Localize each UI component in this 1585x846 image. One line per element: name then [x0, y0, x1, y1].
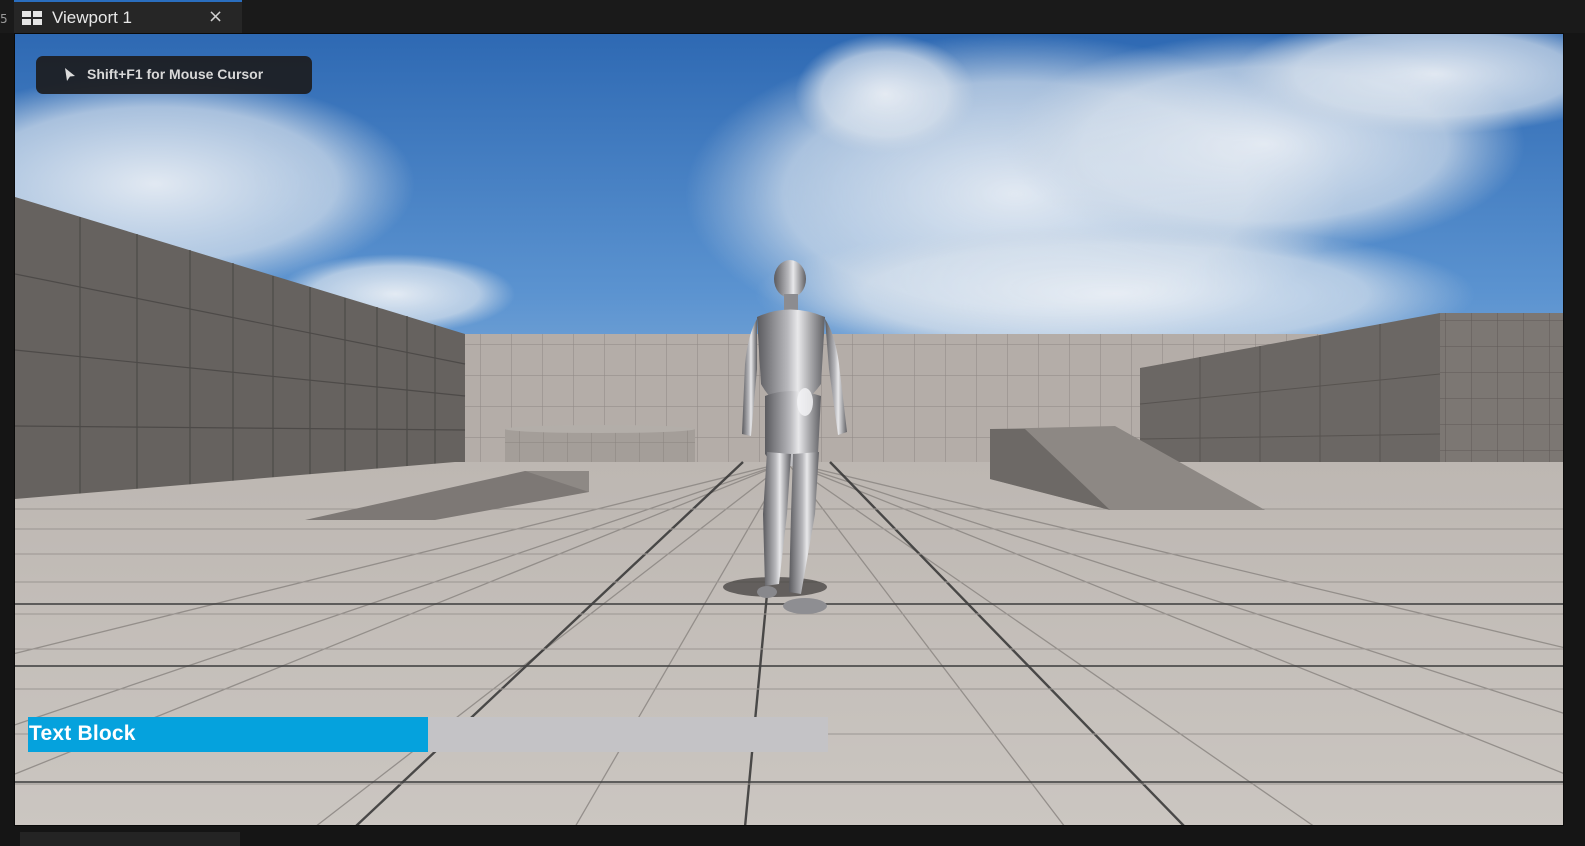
hint-text: Shift+F1 for Mouse Cursor	[87, 66, 264, 82]
text-block: Text Block	[29, 722, 136, 745]
floor	[15, 462, 1563, 825]
game-viewport[interactable]: Shift+F1 for Mouse Cursor Text Block	[14, 33, 1564, 826]
tab-viewport-1[interactable]: Viewport 1 ×	[14, 0, 242, 33]
panel-edge-label: 5	[0, 12, 8, 26]
lower-panel-tab	[20, 832, 240, 846]
viewport-bottom-border	[14, 826, 1564, 846]
close-icon[interactable]: ×	[208, 6, 223, 27]
hud-progress-bar: Text Block	[28, 717, 828, 752]
scene-render	[15, 34, 1563, 825]
tab-title: Viewport 1	[52, 8, 133, 27]
mouse-cursor-hint: Shift+F1 for Mouse Cursor	[36, 56, 312, 94]
tab-bar: 5 Viewport 1 ×	[0, 0, 1585, 33]
cursor-arrow-icon	[65, 68, 75, 81]
editor-window: 5 Viewport 1 × Shift+F1 for Mouse Cursor…	[0, 0, 1585, 846]
viewport-layout-icon	[22, 11, 42, 25]
